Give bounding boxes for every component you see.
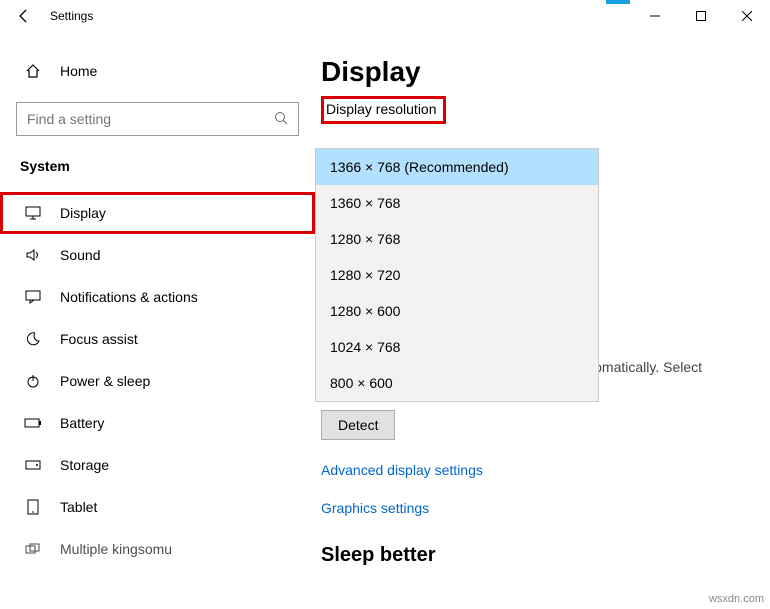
sidebar-item-multiple[interactable]: Multiple kingsomu: [0, 528, 315, 570]
nav-label: Sound: [60, 247, 100, 263]
graphics-settings-link[interactable]: Graphics settings: [321, 500, 750, 516]
nav-label: Multiple kingsomu: [60, 541, 172, 557]
sidebar-item-notifications[interactable]: Notifications & actions: [0, 276, 315, 318]
resolution-dropdown[interactable]: 1366 × 768 (Recommended) 1360 × 768 1280…: [315, 148, 599, 402]
resolution-option[interactable]: 1280 × 600: [316, 293, 598, 329]
display-resolution-label: Display resolution: [321, 96, 446, 124]
page-title: Display: [321, 56, 750, 88]
nav-label: Tablet: [60, 499, 97, 515]
battery-icon: [24, 418, 42, 428]
advanced-display-settings-link[interactable]: Advanced display settings: [321, 462, 750, 478]
sidebar: Home System Display Sound Notifications …: [0, 32, 315, 609]
maximize-button[interactable]: [678, 0, 724, 32]
sidebar-item-battery[interactable]: Battery: [0, 402, 315, 444]
minimize-button[interactable]: [632, 0, 678, 32]
message-icon: [24, 290, 42, 304]
nav-label: Storage: [60, 457, 109, 473]
content-pane: Display Display resolution 1366 × 768 (R…: [315, 32, 770, 609]
tablet-icon: [24, 499, 42, 515]
accent-strip: [606, 0, 630, 4]
search-field[interactable]: [27, 111, 274, 127]
nav-label: Notifications & actions: [60, 289, 198, 305]
desktop-icon: [24, 206, 42, 220]
window-title: Settings: [50, 9, 93, 23]
moon-icon: [24, 332, 42, 346]
resolution-option[interactable]: 1280 × 768: [316, 221, 598, 257]
multi-icon: [24, 543, 42, 555]
resolution-option[interactable]: 1360 × 768: [316, 185, 598, 221]
sidebar-item-sound[interactable]: Sound: [0, 234, 315, 276]
sidebar-item-focus-assist[interactable]: Focus assist: [0, 318, 315, 360]
home-button[interactable]: Home: [0, 50, 315, 92]
nav-label: Display: [60, 205, 106, 221]
home-icon: [24, 63, 42, 79]
resolution-option[interactable]: 1024 × 768: [316, 329, 598, 365]
nav-label: Power & sleep: [60, 373, 150, 389]
sidebar-item-storage[interactable]: Storage: [0, 444, 315, 486]
resolution-option[interactable]: 1280 × 720: [316, 257, 598, 293]
power-icon: [24, 374, 42, 388]
speaker-icon: [24, 248, 42, 262]
sleep-better-heading: Sleep better: [321, 544, 750, 567]
close-button[interactable]: [724, 0, 770, 32]
sidebar-item-tablet[interactable]: Tablet: [0, 486, 315, 528]
sidebar-item-power-sleep[interactable]: Power & sleep: [0, 360, 315, 402]
back-button[interactable]: [0, 0, 48, 32]
watermark: wsxdn.com: [709, 593, 764, 605]
nav-label: Focus assist: [60, 331, 138, 347]
search-input[interactable]: [16, 102, 299, 136]
storage-icon: [24, 460, 42, 470]
home-label: Home: [60, 63, 97, 79]
resolution-option[interactable]: 1366 × 768 (Recommended): [316, 149, 598, 185]
detect-button[interactable]: Detect: [321, 410, 395, 440]
nav-label: Battery: [60, 415, 104, 431]
sidebar-item-display[interactable]: Display: [0, 192, 315, 234]
section-title: System: [0, 150, 315, 182]
search-icon: [274, 111, 288, 128]
resolution-option[interactable]: 800 × 600: [316, 365, 598, 401]
